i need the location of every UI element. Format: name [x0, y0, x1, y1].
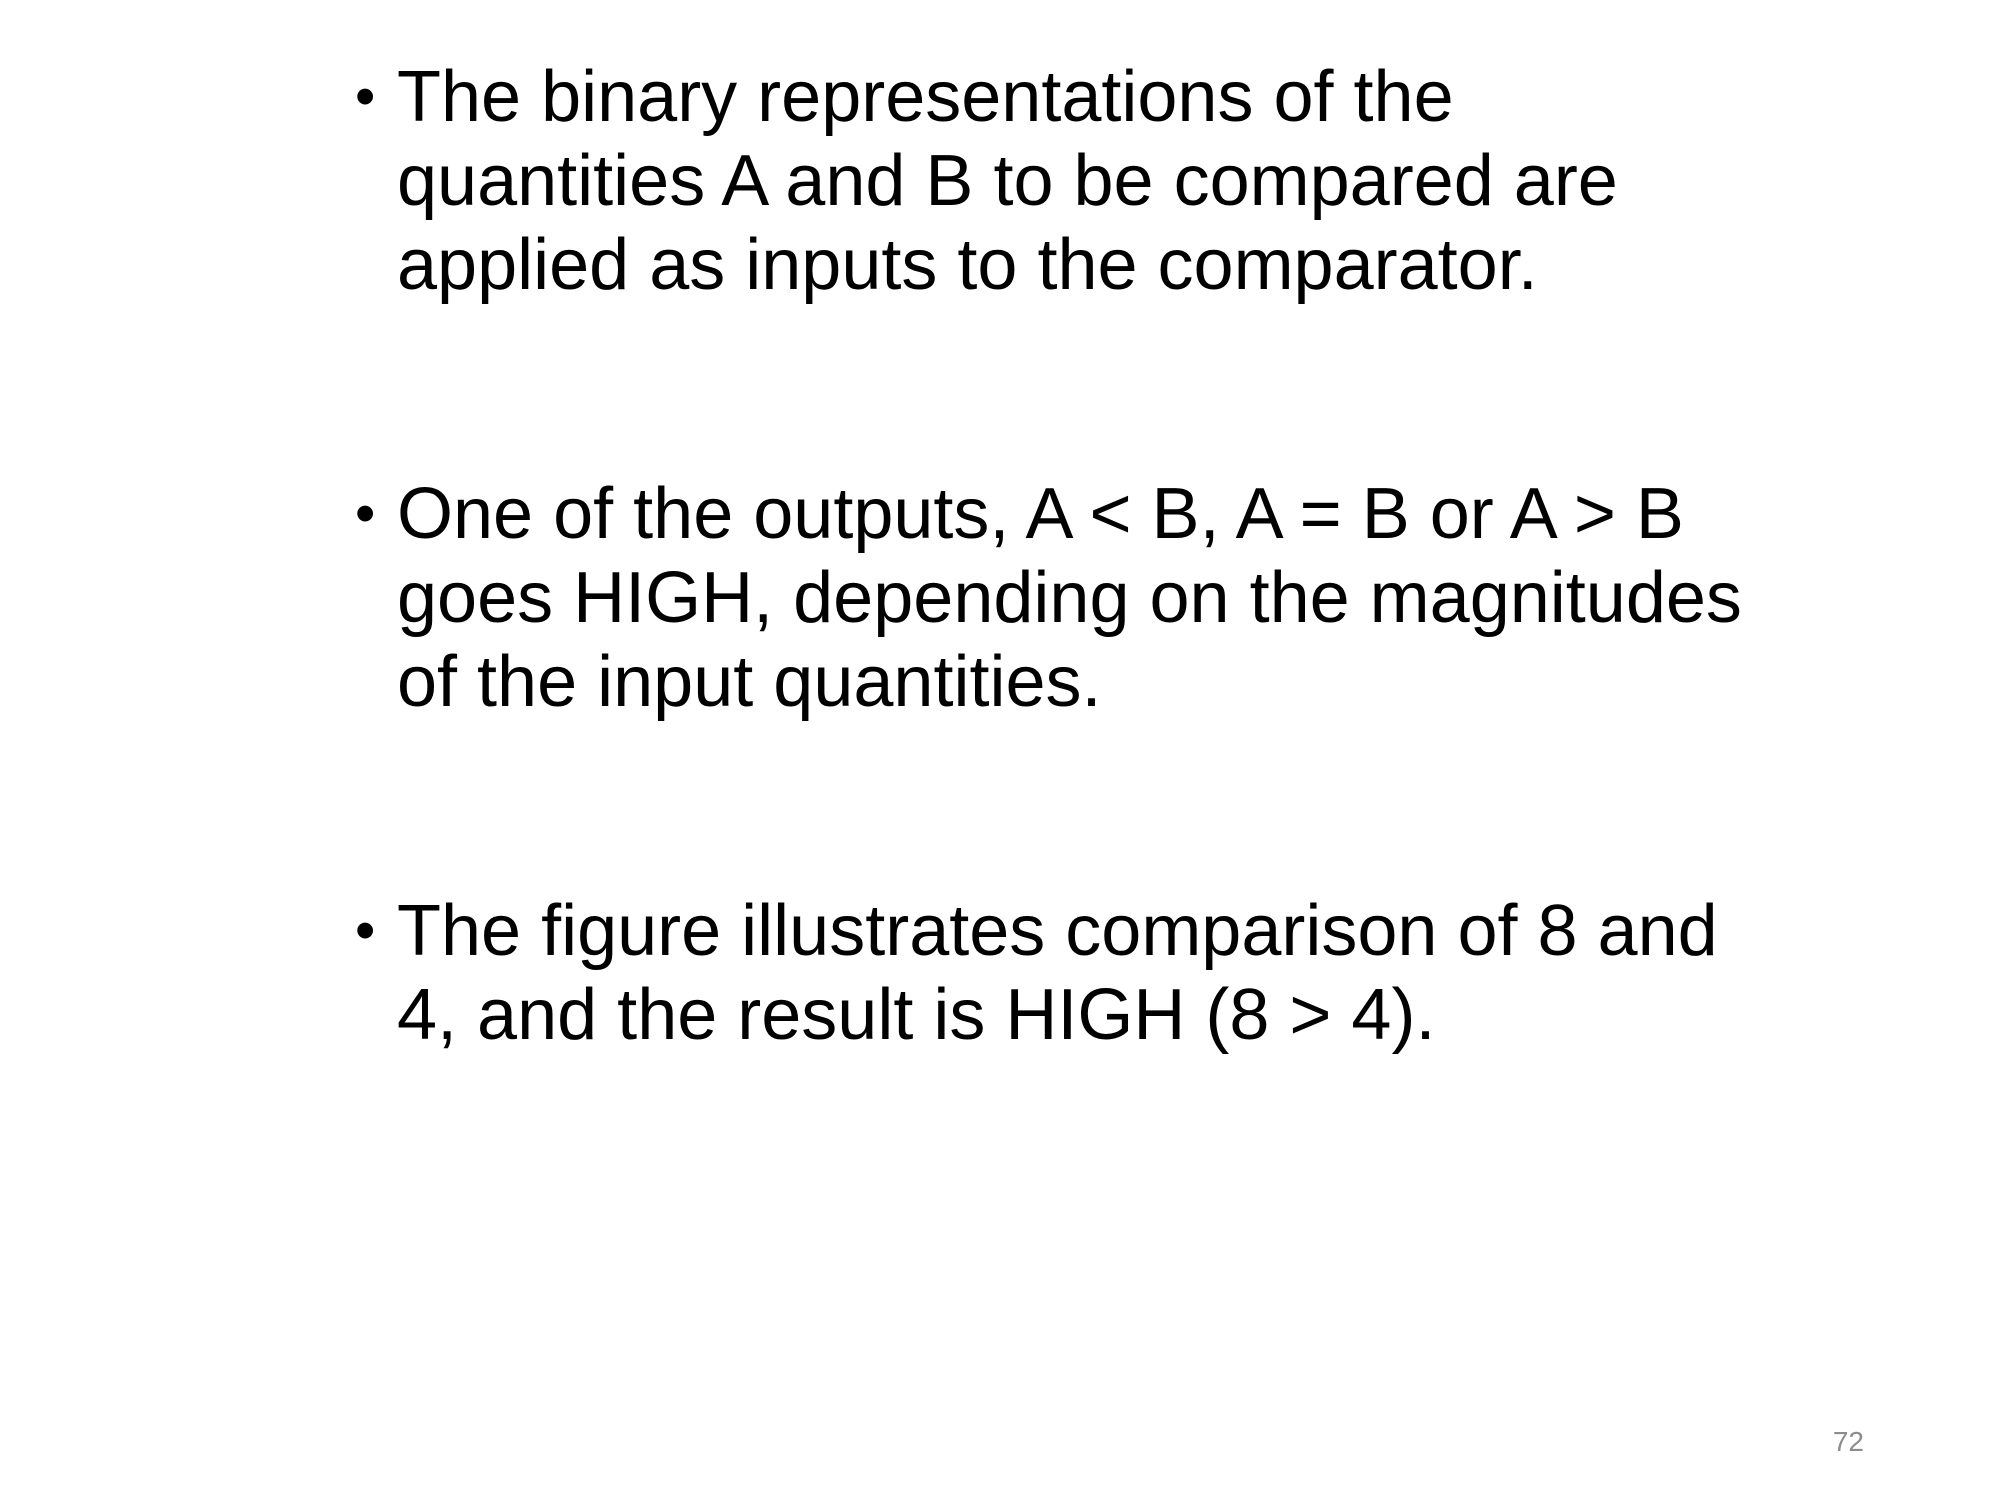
bullet-list: • The binary representations of the quan…: [355, 55, 1755, 1057]
slide: • The binary representations of the quan…: [0, 0, 2000, 1500]
bullet-dot: •: [355, 898, 376, 963]
bullet-dot: •: [355, 64, 376, 129]
bullet-item: • The binary representations of the quan…: [355, 55, 1755, 307]
bullet-text: One of the outputs, A < B, A = B or A > …: [397, 474, 1742, 722]
bullet-text: The figure illustrates comparison of 8 a…: [397, 891, 1718, 1055]
bullet-item: • The figure illustrates comparison of 8…: [355, 889, 1755, 1057]
bullet-item: • One of the outputs, A < B, A = B or A …: [355, 472, 1755, 724]
page-number: 72: [1832, 1426, 1864, 1457]
bullet-text: The binary representations of the quanti…: [397, 57, 1618, 305]
bullet-dot: •: [355, 481, 376, 546]
